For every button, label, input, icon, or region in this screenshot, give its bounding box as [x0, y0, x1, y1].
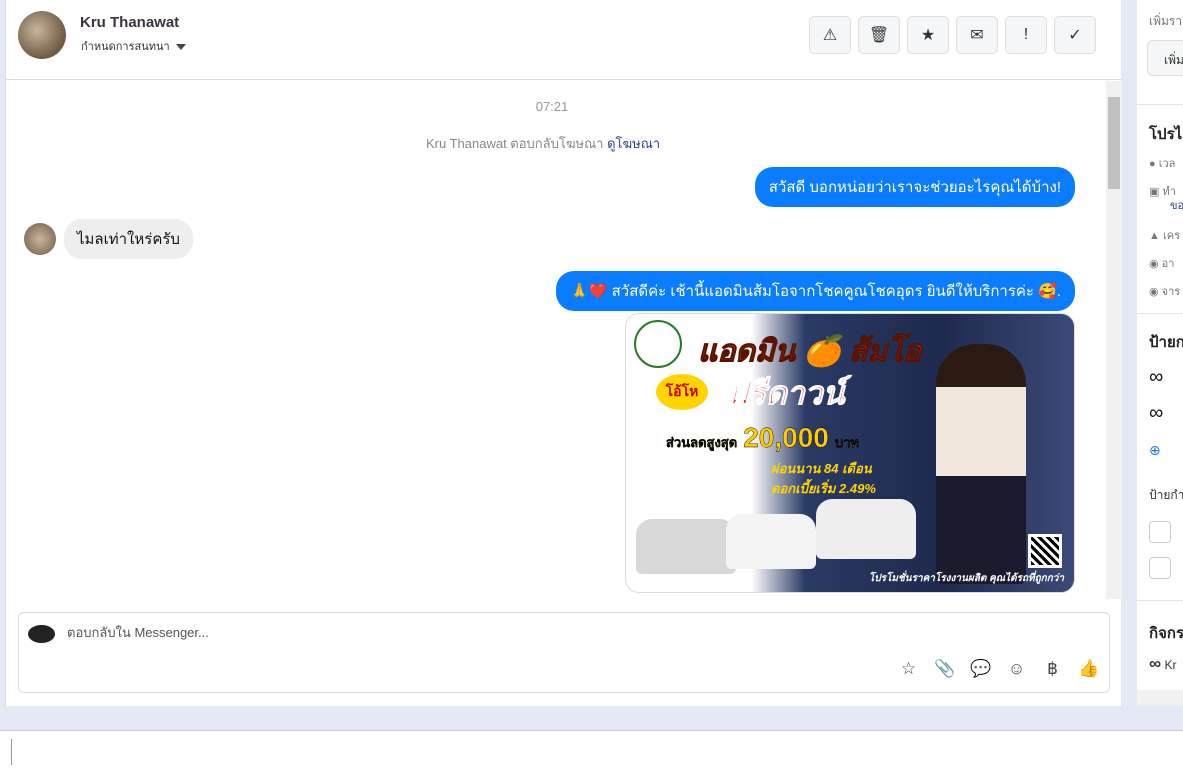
- pickup-image: [816, 499, 916, 559]
- person-figure: [936, 344, 1026, 584]
- profile-row: ◉ อา: [1149, 258, 1175, 270]
- mark-unread-button[interactable]: ✉: [956, 16, 998, 54]
- profile-row: ขอ: [1170, 200, 1183, 212]
- baht-icon[interactable]: ฿: [1042, 659, 1063, 679]
- profile-row: ▲ เคร: [1149, 230, 1180, 242]
- pickup-image: [726, 514, 816, 569]
- meta-label[interactable]: ∞: [1149, 366, 1163, 389]
- reply-composer: ☆ 📎 💬 ☺ ฿ 👍: [18, 612, 1110, 693]
- contact-name[interactable]: Kru Thanawat: [80, 14, 179, 31]
- follow-up-button[interactable]: !: [1005, 16, 1047, 54]
- star-icon: ★: [920, 27, 936, 44]
- spam-button[interactable]: ⚠: [809, 16, 851, 54]
- star-button[interactable]: ★: [907, 16, 949, 54]
- like-icon[interactable]: 👍: [1078, 659, 1099, 679]
- message-thread: 07:21 Kru Thanawat ตอบกลับโฆษณา ดูโฆษณา …: [6, 81, 1106, 599]
- assign-conversation-dropdown[interactable]: กำหนดการสนทนา: [81, 37, 186, 55]
- message-icon[interactable]: 💬: [970, 659, 991, 679]
- interest-text: ดอกเบี้ยเริ่ม 2.49%: [771, 481, 876, 496]
- view-ad-link[interactable]: ดูโฆษณา: [607, 136, 660, 151]
- contact-avatar[interactable]: [18, 11, 66, 59]
- ad-reply-text: Kru Thanawat ตอบกลับโฆษณา: [426, 136, 604, 151]
- thread-scrollbar[interactable]: [1106, 81, 1122, 599]
- dealer-logo: [634, 320, 682, 368]
- composer-actions: ☆ 📎 💬 ☺ ฿ 👍: [898, 659, 1099, 679]
- incoming-message: ไมลเท่าใหร่ครับ: [64, 219, 193, 259]
- activity-title: กิจกร: [1149, 625, 1183, 642]
- installment-text: ผ่อนนาน 84 เดือน: [771, 461, 872, 476]
- exclamation-icon: !: [1023, 26, 1029, 43]
- discount-amount: 20,000: [743, 422, 829, 453]
- contact-avatar-small: [24, 223, 56, 255]
- add-button[interactable]: เพิ่ม: [1147, 40, 1183, 76]
- bottom-bar: [0, 730, 1183, 768]
- reply-input[interactable]: [67, 625, 867, 640]
- profile-row: ◉ จาร: [1149, 286, 1181, 298]
- outgoing-message: สวัสดี บอกหน่อยว่าเราจะช่วยอะไรคุณได้บ้า…: [754, 167, 1075, 207]
- currency: บาท: [834, 435, 860, 450]
- ad-reply-notice: Kru Thanawat ตอบกลับโฆษณา ดูโฆษณา: [426, 133, 660, 154]
- add-text: เพิ่มรา: [1149, 14, 1183, 28]
- caret-down-icon: [175, 44, 186, 51]
- checkbox[interactable]: [1149, 521, 1171, 543]
- discount-label: ส่วนลดสูงสุด: [666, 435, 738, 450]
- scrollbar-thumb[interactable]: [1108, 97, 1120, 189]
- delete-button[interactable]: 🗑: [858, 16, 900, 54]
- car-image: [636, 519, 736, 574]
- contact-details-panel: เพิ่มรา เพิ่ม โปรไ ● เวล ▣ ทำ ขอ ▲ เคร ◉…: [1137, 0, 1183, 706]
- activity-row: ∞ Kr: [1149, 654, 1177, 673]
- conversation-panel: Kru Thanawat กำหนดการสนทนา ⚠ 🗑 ★ ✉ ! ✓ 0…: [5, 0, 1122, 706]
- divider: [11, 739, 12, 765]
- poster-headline: ฟรีดาวน์: [725, 375, 845, 412]
- poster-burst: โอ้โห: [656, 374, 708, 410]
- done-button[interactable]: ✓: [1054, 16, 1096, 54]
- attachment-icon[interactable]: 📎: [934, 659, 955, 679]
- poster-footer: โปรโมชั่นราคาโรงงานผลิต คุณได้รถที่ถูกกว…: [868, 573, 1064, 584]
- check-icon: ✓: [1068, 27, 1082, 44]
- alert-icon: ⚠: [822, 27, 838, 44]
- labels-title: ป้ายก: [1149, 334, 1183, 351]
- checkbox[interactable]: [1149, 557, 1171, 579]
- promo-image[interactable]: แอดมิน 🍊 ส้มโอ โอ้โห ฟรีดาวน์ ส่วนลดสูงส…: [625, 313, 1075, 593]
- details-horizontal-scrollbar[interactable]: [1137, 690, 1183, 706]
- page-avatar: [28, 625, 55, 643]
- outgoing-message: 🙏❤️ สวัสดีค่ะ เช้านี้แอดมินส้มโอจากโชคคู…: [556, 271, 1075, 311]
- emoji-icon[interactable]: ☺: [1006, 659, 1027, 679]
- add-label-icon[interactable]: ⊕: [1149, 442, 1161, 459]
- meta-label[interactable]: ∞: [1149, 402, 1163, 425]
- envelope-icon: ✉: [970, 27, 984, 44]
- labels-subtitle: ป้ายกำ: [1149, 488, 1183, 502]
- poster-discount: ส่วนลดสูงสุด 20,000 บาท: [666, 422, 859, 454]
- trash-icon: 🗑: [868, 27, 890, 44]
- timestamp: 07:21: [535, 99, 569, 114]
- conversation-header: Kru Thanawat กำหนดการสนทนา ⚠ 🗑 ★ ✉ ! ✓: [6, 0, 1121, 80]
- poster-terms: ผ่อนนาน 84 เดือนดอกเบี้ยเริ่ม 2.49%: [771, 459, 876, 499]
- qr-code: [1028, 534, 1062, 568]
- saved-reply-icon[interactable]: ☆: [898, 659, 919, 679]
- toolbar: ⚠ 🗑 ★ ✉ ! ✓: [809, 16, 1096, 54]
- profile-title: โปรไ: [1149, 126, 1183, 143]
- assign-label: กำหนดการสนทนา: [81, 41, 170, 53]
- profile-row: ● เวล: [1149, 158, 1176, 170]
